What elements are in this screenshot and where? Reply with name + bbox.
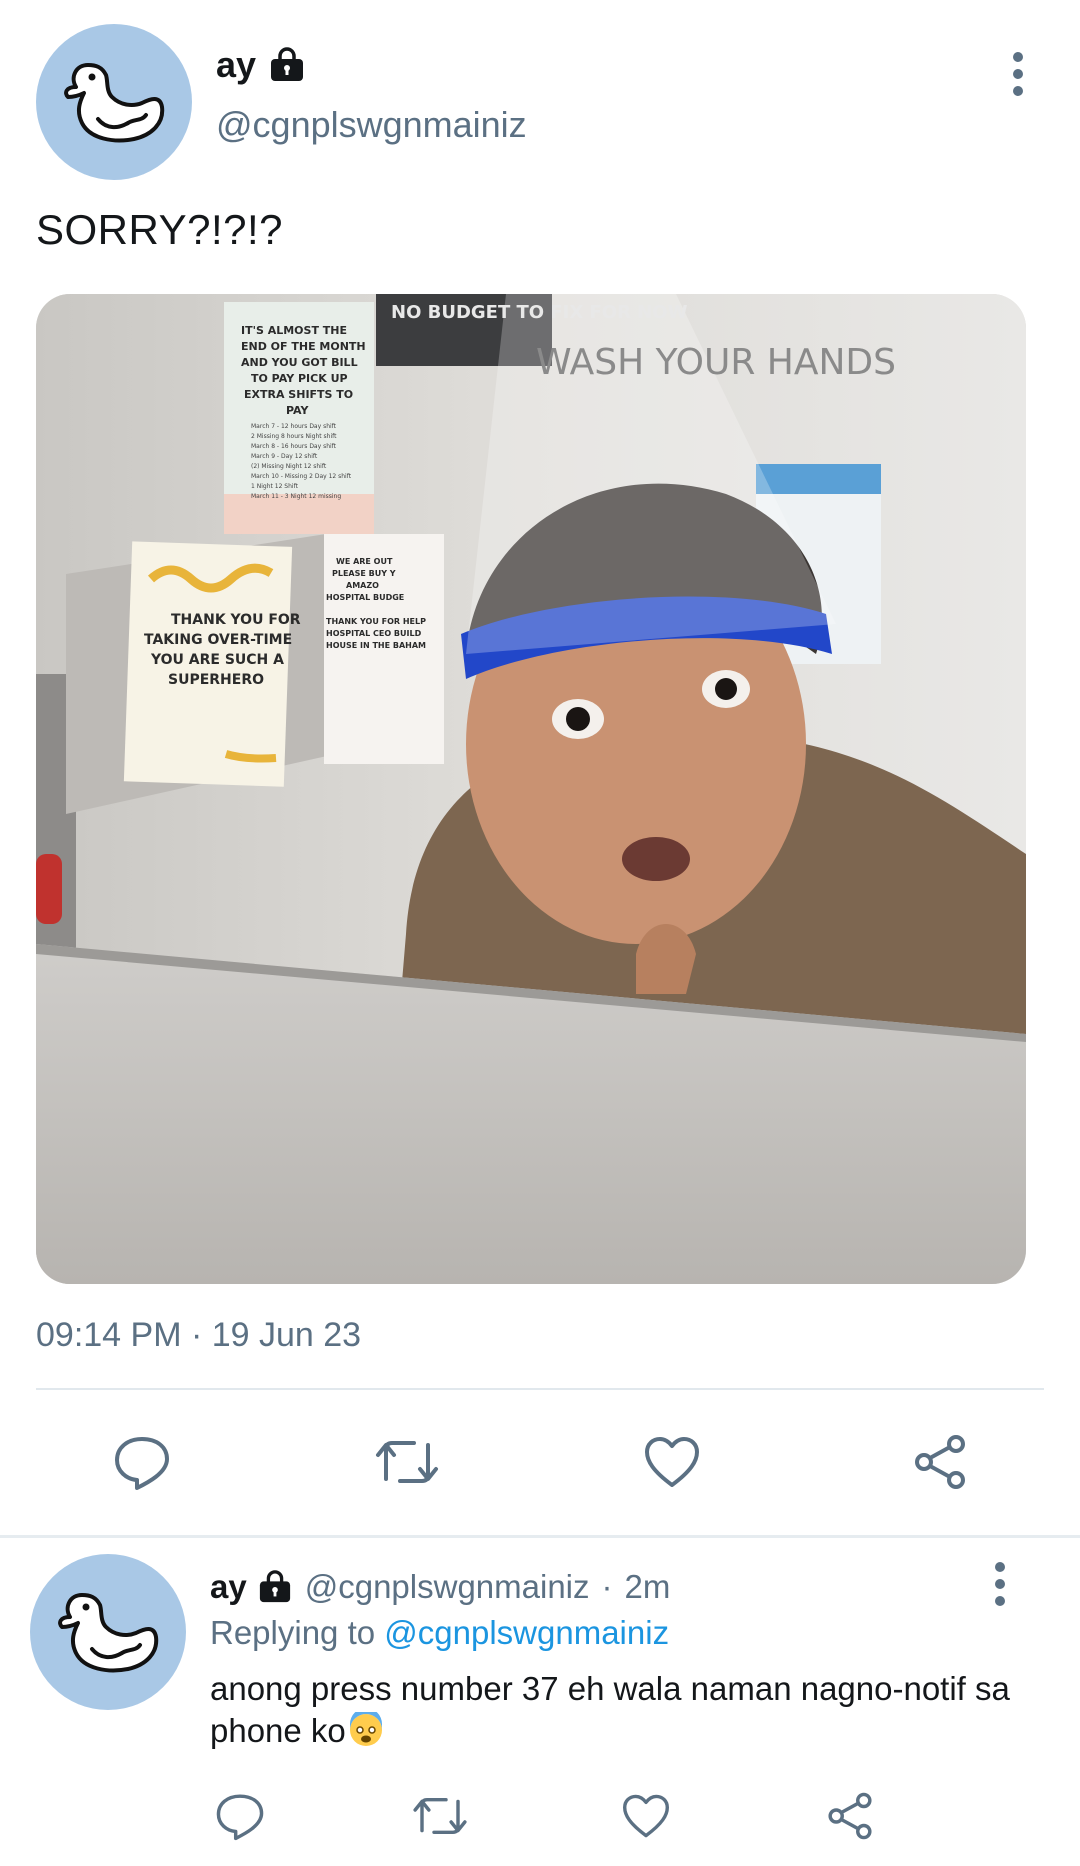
note-bills-line-4: TO PAY PICK UP	[251, 372, 348, 385]
note-bills-small-6: March 10 - Missing 2 Day 12 shift	[251, 473, 352, 480]
reply-retweet-icon[interactable]	[410, 1788, 470, 1844]
note-budget-line-6: HOSPITAL CEO BUILD	[326, 629, 422, 638]
reply-header: ay @cgnplswgnmainiz · 2m	[210, 1568, 670, 1606]
note-bills-line-2: END OF THE MONTH	[241, 340, 366, 353]
lock-icon	[259, 1570, 290, 1603]
lock-icon	[271, 47, 304, 81]
note-bills-line-5: EXTRA SHIFTS TO	[244, 388, 353, 401]
reply-more-options-icon[interactable]	[990, 1562, 1010, 1606]
note-bills-line-3: AND YOU GOT BILL	[241, 356, 358, 369]
note-budget-line-7: HOUSE IN THE BAHAM	[326, 641, 426, 650]
share-icon[interactable]	[908, 1430, 972, 1494]
divider	[36, 1388, 1044, 1390]
note-budget-line-4: HOSPITAL BUDGE	[326, 593, 404, 602]
section-divider	[0, 1535, 1080, 1538]
note-bills-small-5: (2) Missing Night 12 shift	[251, 463, 327, 470]
reply-reply-icon[interactable]	[212, 1788, 268, 1844]
note-thankyou-line-2: TAKING OVER-TIME	[144, 632, 292, 648]
note-bills-small-3: March 8 - 16 hours Day shift	[251, 443, 337, 450]
display-name: ay	[216, 44, 257, 85]
note-budget-line-3: AMAZO	[346, 581, 379, 590]
reply-time[interactable]: 2m	[625, 1568, 671, 1606]
like-icon[interactable]	[640, 1430, 704, 1494]
reply-text: anong press number 37 eh wala naman nagn…	[210, 1668, 1030, 1752]
note-bills-small-8: March 11 - 3 Night 12 missing	[251, 493, 341, 500]
replying-prefix: Replying to	[210, 1614, 376, 1651]
tweet-timestamp[interactable]: 09:14 PM · 19 Jun 23	[36, 1316, 361, 1355]
meta-separator: ·	[601, 1568, 613, 1605]
media-photo: NO BUDGET TO FIX FOR NOW THANK YOU FOR T…	[36, 294, 1026, 1284]
author-handle[interactable]: @cgnplswgnmainiz	[216, 104, 527, 146]
note-bills-small-2: 2 Missing 8 hours Night shift	[251, 433, 337, 440]
note-thankyou-line-4: SUPERHERO	[168, 672, 264, 688]
note-bills-small-4: March 9 - Day 12 shift	[251, 453, 318, 460]
note-budget-line-1: WE ARE OUT	[336, 557, 393, 566]
note-bills-small-1: March 7 - 12 hours Day shift	[251, 423, 337, 430]
reply-text-content: anong press number 37 eh wala naman nagn…	[210, 1670, 1010, 1749]
sign-wash-text: WASH YOUR HANDS	[536, 342, 896, 383]
tweet-text: SORRY?!?!?	[36, 206, 284, 253]
reply-icon[interactable]	[110, 1430, 174, 1494]
note-budget-line-2: PLEASE BUY Y	[332, 569, 396, 578]
reply-display-name: ay	[210, 1568, 247, 1605]
tweet-media-image[interactable]: NO BUDGET TO FIX FOR NOW THANK YOU FOR T…	[36, 294, 1026, 1284]
duck-avatar-icon	[60, 63, 165, 143]
note-budget-line-5: THANK YOU FOR HELP	[326, 617, 426, 626]
note-thankyou-line-3: YOU ARE SUCH A	[150, 652, 284, 668]
fearful-face-emoji-icon	[348, 1708, 384, 1748]
duck-avatar-icon	[58, 1593, 159, 1673]
retweet-icon[interactable]	[372, 1430, 442, 1494]
note-bills-line-1: IT'S ALMOST THE	[241, 324, 347, 337]
reply-like-icon[interactable]	[618, 1788, 674, 1844]
more-options-icon[interactable]	[1008, 52, 1028, 96]
author-name[interactable]: ay	[216, 44, 306, 86]
reply-handle[interactable]: @cgnplswgnmainiz	[305, 1568, 590, 1606]
note-thankyou-line-1: THANK YOU FOR	[171, 612, 301, 628]
note-bills-small-7: 1 Night 12 Shift	[251, 483, 299, 490]
replying-mention-link[interactable]: @cgnplswgnmainiz	[384, 1614, 669, 1651]
reply-avatar[interactable]	[30, 1554, 186, 1710]
reply-share-icon[interactable]	[822, 1788, 878, 1844]
reply-author-name[interactable]: ay	[210, 1568, 293, 1606]
note-bills-line-6: PAY	[286, 404, 310, 417]
replying-to: Replying to @cgnplswgnmainiz	[210, 1614, 669, 1652]
avatar[interactable]	[36, 24, 192, 180]
sign-top-text: NO BUDGET TO FIX FOR NOW	[391, 302, 688, 323]
